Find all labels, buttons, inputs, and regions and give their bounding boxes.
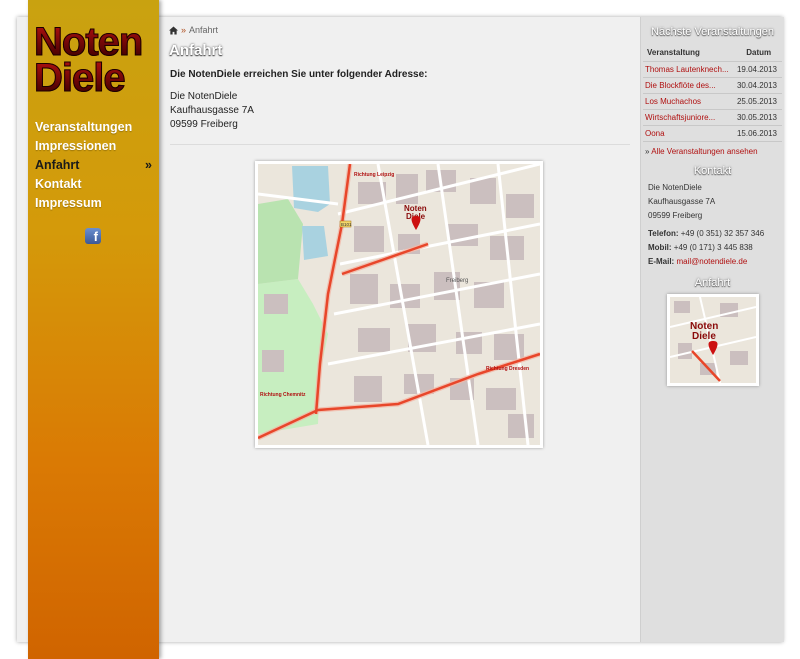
pond [302,226,328,260]
breadcrumb-separator: » [181,25,187,35]
mobile-label: Mobil: [648,243,672,252]
events-heading: Nächste Veranstaltungen [651,26,774,38]
phone-value: +49 (0 351) 32 357 346 [680,229,765,238]
page-title: Anfahrt [169,42,223,59]
email-label: E-Mail: [648,257,675,266]
map-label-chemnitz: Richtung Chemnitz [260,392,306,398]
events-table: Veranstaltung Datum Thomas Lautenknech..… [643,45,782,142]
table-row: Wirtschaftsjuniore... 30.05.2013 [643,109,782,126]
map-label-leipzig: Richtung Leipzig [354,172,394,178]
directions-thumbnail[interactable]: Noten Diele [666,294,759,386]
home-icon[interactable] [169,25,178,35]
contact-address-line: Die NotenDiele [648,183,702,192]
email-link[interactable]: mail@notendiele.de [676,257,747,266]
event-date: 30.04.2013 [733,77,782,94]
email-row: E-Mail: mail@notendiele.de [648,255,784,269]
facebook-icon[interactable]: f [85,228,101,244]
event-link[interactable]: Die Blockflöte des... [643,77,734,94]
map-label-dresden: Richtung Dresden [486,366,529,372]
table-row: Thomas Lautenknech... 19.04.2013 [643,61,782,78]
map-image: Richtung Leipzig Richtung Chemnitz Richt… [258,164,540,445]
table-row: Oona 15.06.2013 [643,125,782,142]
all-events-link[interactable]: » Alle Veranstaltungen ansehen [645,147,784,156]
phone-label: Telefon: [648,229,679,238]
event-link[interactable]: Wirtschaftsjuniore... [643,109,734,126]
events-header-name: Veranstaltung [643,45,734,62]
event-link[interactable]: Thomas Lautenknech... [643,61,734,78]
directions-heading: Anfahrt [694,277,731,289]
right-sidebar: Nächste Veranstaltungen Veranstaltung Da… [640,17,784,642]
mobile-value: +49 (0 171) 3 445 838 [673,243,753,252]
contact-address-line: Kaufhausgasse 7A [648,197,716,206]
intro-text: Die NotenDiele erreichen Sie unter folge… [170,69,428,80]
location-map[interactable]: Richtung Leipzig Richtung Chemnitz Richt… [255,161,543,448]
contact-heading: Kontakt [693,165,732,177]
thumbnail-map-image: Noten Diele [669,297,756,383]
event-date: 19.04.2013 [733,61,782,78]
phone-row: Telefon: +49 (0 351) 32 357 346 [648,227,784,241]
mobile-row: Mobil: +49 (0 171) 3 445 838 [648,241,784,255]
map-label-district: Freiberg [446,278,468,284]
events-header-date: Datum [733,45,782,62]
nav-item-anfahrt[interactable]: Anfahrt » [35,156,155,175]
link-marker: » [645,147,650,156]
contact-block: Die NotenDiele Kaufhausgasse 7A 09599 Fr… [648,181,784,269]
address-line: Kaufhausgasse 7A [170,105,254,116]
thumbnail-pin-line-2: Diele [692,331,716,342]
active-marker: » [145,158,152,172]
table-row: Los Muchachos 25.05.2013 [643,93,782,110]
all-events-label: Alle Veranstaltungen ansehen [651,147,758,156]
event-link[interactable]: Los Muchachos [643,93,734,110]
breadcrumb: » Anfahrt [169,25,218,35]
nav-item-veranstaltungen[interactable]: Veranstaltungen [35,118,155,137]
address-line: 09599 Freiberg [170,119,238,130]
address-line: Die NotenDiele [170,91,238,102]
event-date: 25.05.2013 [733,93,782,110]
main-nav: Veranstaltungen Impressionen Anfahrt » Ko… [35,118,155,213]
main-content: » Anfahrt Anfahrt Die NotenDiele erreich… [159,17,640,642]
nav-item-label: Anfahrt [35,158,80,172]
divider [170,144,630,145]
table-row: Die Blockflöte des... 30.04.2013 [643,77,782,94]
logo-line-1: Noten [34,22,154,63]
breadcrumb-current: Anfahrt [189,25,219,35]
event-date: 30.05.2013 [733,109,782,126]
contact-address-line: 09599 Freiberg [648,211,703,220]
logo-line-2: Diele [34,58,154,99]
address-block: Die NotenDiele Kaufhausgasse 7A 09599 Fr… [170,90,254,132]
road-number: B101 [341,222,352,227]
nav-item-kontakt[interactable]: Kontakt [35,175,155,194]
event-link[interactable]: Oona [643,125,734,142]
nav-item-impressum[interactable]: Impressum [35,194,155,213]
site-logo[interactable]: Noten Diele [34,22,154,99]
nav-item-impressionen[interactable]: Impressionen [35,137,155,156]
left-sidebar: Noten Diele Veranstaltungen Impressionen… [28,0,159,659]
event-date: 15.06.2013 [733,125,782,142]
facebook-glyph: f [93,229,98,244]
pond [292,166,330,212]
